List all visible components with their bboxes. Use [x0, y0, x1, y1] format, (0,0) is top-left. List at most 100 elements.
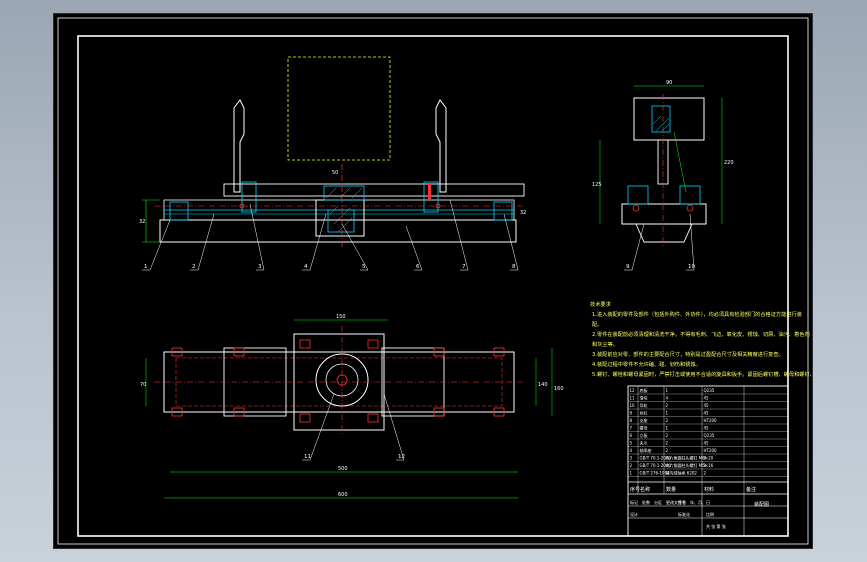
bom-cell: 1	[666, 426, 669, 431]
note-line: 配。	[592, 321, 602, 328]
bom-cell: 7	[630, 426, 633, 431]
dimension-top-left: 70	[140, 382, 146, 388]
note-line: 3.装配前应对零、部件的主要配合尺寸，特别是过盈配合尺寸及相关精度进行复查。	[592, 350, 784, 358]
technical-notes: 技术要求 1.进入装配的零件及部件（包括外购件、外协件），均必须具有检验部门的合…	[590, 300, 812, 378]
bom-cell: 4	[630, 448, 633, 453]
bom-cell: 内六角圆柱头螺钉 M6×20	[666, 455, 714, 461]
bom-cell: 3	[630, 456, 633, 461]
note-line: 2.零件在装配前必须清理和清洗干净，不得有毛刺、飞边、氧化皮、锈蚀、切屑、油污、…	[592, 330, 810, 338]
bom-cell: 1	[630, 471, 633, 476]
bom-cell: 5	[630, 441, 633, 446]
bom-cell: 12	[630, 388, 636, 393]
dimension-front-height: 32	[139, 219, 145, 225]
balloon-7: 7	[462, 264, 466, 270]
drawing-name: 装配图	[754, 501, 769, 508]
balloon-6: 6	[416, 264, 420, 270]
bom-cell: HT200	[704, 418, 718, 423]
notes-title: 技术要求	[590, 300, 612, 308]
bom-cell: 11	[630, 396, 636, 401]
balloon-9: 9	[626, 264, 630, 270]
cad-drawing: 32 32 50 1 2 3 4 5 6 7 8 9 1011 12 90 125 220 150	[57, 17, 812, 545]
balloon-4: 4	[304, 264, 308, 270]
revision-header: 分区	[654, 499, 662, 505]
balloon-2: 2	[192, 264, 196, 270]
note-line: 和灰尘等。	[592, 340, 618, 348]
bom-cell: 导轨	[640, 402, 648, 408]
note-line: 1.进入装配的零件及部件（包括外购件、外协件），均必须具有检验部门的合格证方能进…	[592, 310, 802, 318]
bom-cell: Q235	[704, 388, 715, 393]
balloon-12: 12	[398, 454, 405, 460]
bom-cell: 底板	[640, 387, 648, 393]
svg-text:50: 50	[332, 170, 338, 176]
top-rail	[223, 183, 525, 197]
dimension-side-top: 90	[666, 80, 672, 86]
bom-header: 序号	[630, 486, 640, 493]
bom-cell: 2	[666, 448, 669, 453]
bom-header: 材料	[704, 486, 714, 493]
scale-label: 比例	[706, 511, 714, 517]
front-view: 32 32 50	[139, 56, 526, 248]
top-view: 150 500 600 70 140 160	[140, 314, 564, 499]
bom-cell: 夹爪	[640, 440, 648, 446]
bom-cell: HT200	[704, 448, 718, 453]
bom-cell: Q235	[704, 433, 715, 438]
balloon-5: 5	[362, 264, 366, 270]
design-row-cell: 设计	[630, 511, 638, 517]
dimension-bottom-outer: 600	[338, 492, 348, 498]
bom-cell: 2	[630, 463, 633, 468]
dimension-top-upper: 150	[336, 314, 346, 320]
design-row-cell: 标准化	[678, 511, 690, 517]
bom-cell: 轴承座	[640, 447, 652, 453]
bom-cell: 10	[630, 403, 636, 408]
bom-cell: 2	[666, 403, 669, 408]
revision-header: 处数	[642, 499, 650, 505]
bom-cell: 丝杠	[640, 410, 648, 416]
bom-cell: 2	[666, 441, 669, 446]
bom-cell: 4	[666, 396, 669, 401]
dimension-bottom-inner: 500	[338, 466, 348, 472]
sheet-inner-frame	[77, 35, 789, 537]
workpiece-outline	[287, 56, 391, 161]
bom-cell: 45	[704, 396, 710, 401]
bom-cell: 9	[630, 411, 633, 416]
bom-cell: 6	[630, 433, 633, 438]
balloon-1: 1	[144, 264, 148, 270]
bom-cell: 8	[630, 418, 633, 423]
bom-header: 数量	[666, 486, 676, 493]
revision-header: 年、月、日	[690, 499, 710, 505]
balloon-labels: 1 2 3 4 5 6 7 8 9 1011 12	[142, 199, 695, 461]
balloon-3: 3	[258, 264, 262, 270]
side-view: 90 125 220	[592, 80, 734, 246]
revision-header: 签名	[678, 499, 686, 505]
balloon-11: 11	[304, 454, 311, 460]
bom-header: 备注	[746, 486, 756, 493]
dimension-side-left: 125	[592, 182, 602, 188]
bom-cell: 深沟球轴承 6202	[666, 470, 698, 476]
cad-viewport[interactable]: 32 32 50 1 2 3 4 5 6 7 8 9 10 11 12 90 125 220 150	[54, 14, 812, 548]
svg-text:32: 32	[520, 210, 526, 216]
bom-cell: 45	[704, 403, 710, 408]
title-block: 12 底板 1 Q23511 滑块 4 4510 导轨 2 459 丝杠 1 458 支座 2 HT2007 螺…	[627, 385, 789, 537]
sheet-label: 共 张 第 张	[706, 523, 726, 529]
bom-cell: 1	[666, 388, 669, 393]
bom-cell: 螺母	[640, 425, 648, 431]
bom-cell: 45	[704, 441, 710, 446]
bom-cell: 45	[704, 411, 710, 416]
dimension-top-right2: 160	[554, 386, 564, 392]
bom-cell: 支座	[640, 417, 648, 423]
dimension-top-right1: 140	[538, 382, 548, 388]
bom-cell: 内六角圆柱头螺钉 M5×16	[666, 462, 714, 468]
bom-cell: 立板	[640, 432, 648, 438]
bom-cell: 1	[666, 411, 669, 416]
bom-cell: 2	[666, 418, 669, 423]
bom-cell: 滑块	[640, 395, 648, 401]
bom-cell: 2	[666, 433, 669, 438]
bom-cell: 45	[704, 426, 710, 431]
note-line: 5.螺钉、螺栓和螺母紧固时，严禁打击或使用不合适的旋具和扳手。紧固后螺钉槽、螺母…	[592, 370, 812, 378]
left-clamp-arm	[233, 99, 245, 193]
bom-cell: 2	[704, 471, 707, 476]
side-base	[621, 203, 707, 225]
bom-header: 名称	[640, 486, 650, 493]
note-line: 4.装配过程中零件不允许磕、碰、划伤和锈蚀。	[592, 360, 701, 368]
balloon-10: 10	[688, 264, 695, 270]
